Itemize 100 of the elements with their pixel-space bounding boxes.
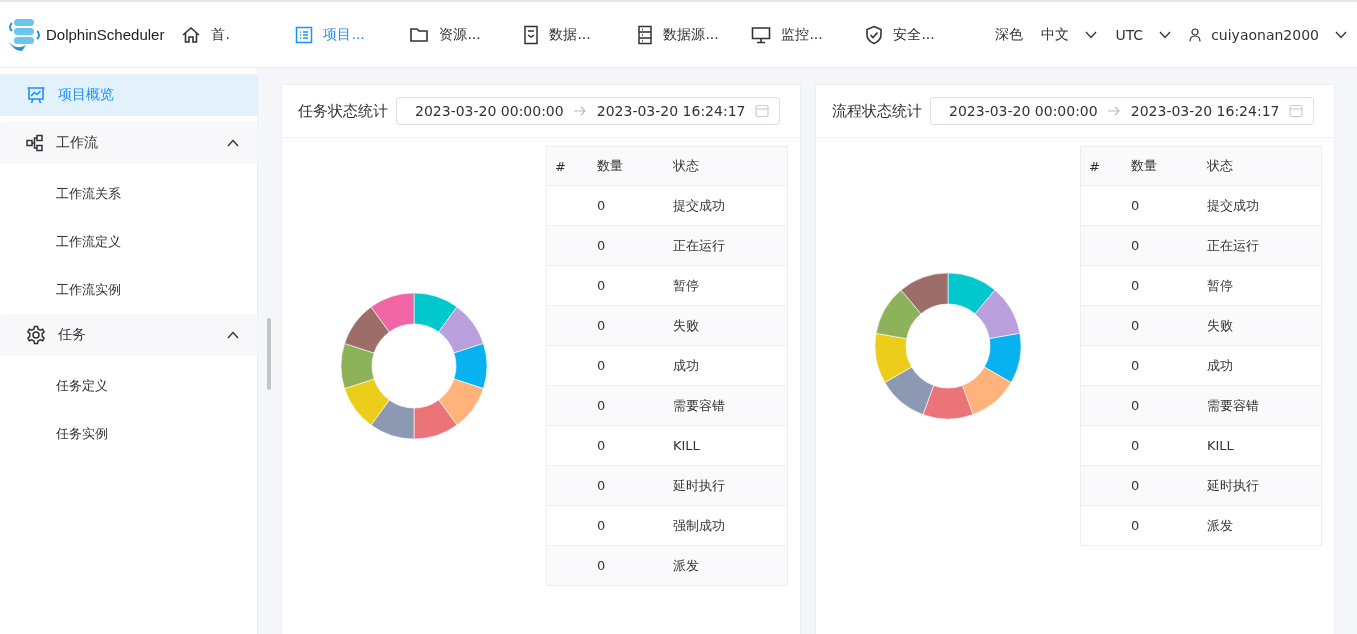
table-cell: 0 bbox=[1131, 438, 1140, 453]
table-cell: KILL bbox=[1207, 438, 1234, 453]
donut-slice bbox=[438, 378, 484, 426]
date-range-picker[interactable]: 2023-03-20 00:00:00 2023-03-20 16:24:17 bbox=[396, 97, 780, 125]
donut-slice bbox=[413, 399, 458, 440]
table-cell: 0 bbox=[597, 518, 606, 533]
table-cell: 正在运行 bbox=[1207, 237, 1259, 253]
donut-slice bbox=[884, 366, 934, 415]
nav-tab[interactable]: 监控... bbox=[741, 25, 856, 44]
theme-toggle[interactable]: 深色 bbox=[995, 25, 1024, 44]
table-cell: 0 bbox=[597, 478, 606, 493]
timezone-dropdown[interactable]: UTC bbox=[1115, 26, 1172, 43]
nav-tab[interactable]: 资源... bbox=[399, 25, 514, 44]
table-cell: 延时执行 bbox=[673, 477, 725, 493]
chevron-down-icon bbox=[1335, 30, 1347, 39]
scrollbar[interactable] bbox=[267, 318, 271, 390]
end-date[interactable]: 2023-03-20 16:24:17 bbox=[596, 103, 746, 119]
donut-slice bbox=[413, 292, 458, 333]
sidebar-subitem[interactable]: 任务定义 bbox=[0, 362, 257, 410]
nav-tab[interactable]: 数据... bbox=[513, 24, 628, 45]
sidebar-item[interactable]: 工作流 bbox=[0, 122, 257, 164]
table-cell: 0 bbox=[1131, 318, 1140, 333]
nav-tab[interactable]: 安全... bbox=[855, 24, 970, 45]
table-cell: 暂停 bbox=[1207, 277, 1233, 293]
donut-slice bbox=[370, 292, 415, 333]
table-cell: 0 bbox=[597, 198, 606, 213]
table-cell: 0 bbox=[597, 438, 606, 453]
table-cell: 0 bbox=[1131, 198, 1140, 213]
donut-slice bbox=[922, 385, 974, 420]
donut-slice bbox=[370, 399, 415, 440]
chevron-icon bbox=[227, 331, 239, 339]
donut-slice bbox=[947, 272, 996, 315]
folder-icon bbox=[409, 25, 430, 44]
table-cell: 延时执行 bbox=[1207, 477, 1259, 493]
date-range-picker[interactable]: 2023-03-20 00:00:00 2023-03-20 16:24:17 bbox=[930, 97, 1314, 125]
arrow-right-icon bbox=[1107, 106, 1122, 116]
table-cell: 成功 bbox=[673, 357, 699, 373]
user-menu[interactable]: cuiyaonan2000 bbox=[1189, 26, 1347, 43]
language-dropdown[interactable]: 中文 bbox=[1041, 25, 1098, 44]
card-title: 任务状态统计 bbox=[298, 101, 388, 121]
table-cell: 失败 bbox=[1207, 317, 1233, 333]
table-cell: 0 bbox=[597, 398, 606, 413]
donut-slice bbox=[874, 333, 912, 383]
donut-slice bbox=[875, 289, 922, 339]
donut-slice bbox=[984, 333, 1022, 383]
database-icon bbox=[637, 24, 654, 45]
start-date[interactable]: 2023-03-20 00:00:00 bbox=[415, 103, 564, 119]
nav-tab[interactable]: 数据源... bbox=[627, 24, 742, 45]
table-cell: KILL bbox=[673, 438, 700, 453]
table-cell: 派发 bbox=[1207, 517, 1233, 533]
donut-slice bbox=[344, 306, 390, 354]
column-header: 数量 bbox=[1123, 146, 1199, 186]
table-cell: 0 bbox=[1131, 398, 1140, 413]
nav-tab[interactable]: 首. bbox=[171, 24, 286, 45]
column-header: 状态 bbox=[665, 146, 788, 186]
start-date[interactable]: 2023-03-20 00:00:00 bbox=[949, 103, 1098, 119]
table-cell: 0 bbox=[1131, 238, 1140, 253]
table-cell: 需要容错 bbox=[1207, 397, 1259, 413]
table-cell: 0 bbox=[597, 238, 606, 253]
sidebar-subitem[interactable]: 任务实例 bbox=[0, 410, 257, 458]
donut-slice bbox=[453, 343, 488, 389]
table-cell: 派发 bbox=[673, 557, 699, 573]
flow-icon bbox=[26, 134, 44, 152]
donut-slice bbox=[974, 289, 1021, 339]
shield-icon bbox=[865, 24, 884, 45]
chevron-down-icon bbox=[1159, 30, 1172, 39]
sidebar-subitem[interactable]: 工作流定义 bbox=[0, 218, 257, 266]
table-cell: 提交成功 bbox=[673, 197, 725, 213]
sidebar-subitem[interactable]: 工作流实例 bbox=[0, 266, 257, 314]
card-title: 流程状态统计 bbox=[832, 101, 922, 121]
table-cell: 0 bbox=[597, 318, 606, 333]
column-header: # bbox=[1080, 146, 1123, 186]
sidebar-item[interactable]: 任务 bbox=[0, 314, 257, 356]
sidebar-subitem[interactable]: 工作流关系 bbox=[0, 170, 257, 218]
arrow-right-icon bbox=[573, 106, 588, 116]
donut-slice bbox=[962, 366, 1012, 415]
table-cell: 0 bbox=[597, 558, 606, 573]
document-icon bbox=[523, 24, 540, 45]
table-cell: 0 bbox=[1131, 478, 1140, 493]
settings-icon bbox=[26, 325, 46, 345]
chevron-icon bbox=[227, 139, 239, 147]
table-cell: 正在运行 bbox=[673, 237, 725, 253]
chevron-down-icon bbox=[1085, 30, 1098, 39]
donut-slice bbox=[438, 306, 484, 354]
user-icon bbox=[1189, 27, 1202, 42]
calendar-icon bbox=[755, 104, 769, 118]
table-cell: 0 bbox=[1131, 358, 1140, 373]
monitor-icon bbox=[751, 25, 772, 44]
donut-slice bbox=[340, 343, 375, 389]
presentation-chart-icon bbox=[26, 85, 46, 105]
home-icon bbox=[181, 24, 202, 45]
table-cell: 需要容错 bbox=[673, 397, 725, 413]
donut-slice bbox=[900, 272, 949, 315]
table-cell: 失败 bbox=[673, 317, 699, 333]
column-header: 数量 bbox=[589, 146, 665, 186]
calendar-icon bbox=[1289, 104, 1303, 118]
brand-name[interactable]: DolphinScheduler bbox=[46, 26, 165, 43]
table-cell: 0 bbox=[597, 278, 606, 293]
end-date[interactable]: 2023-03-20 16:24:17 bbox=[1130, 103, 1280, 119]
column-header: # bbox=[546, 146, 589, 186]
